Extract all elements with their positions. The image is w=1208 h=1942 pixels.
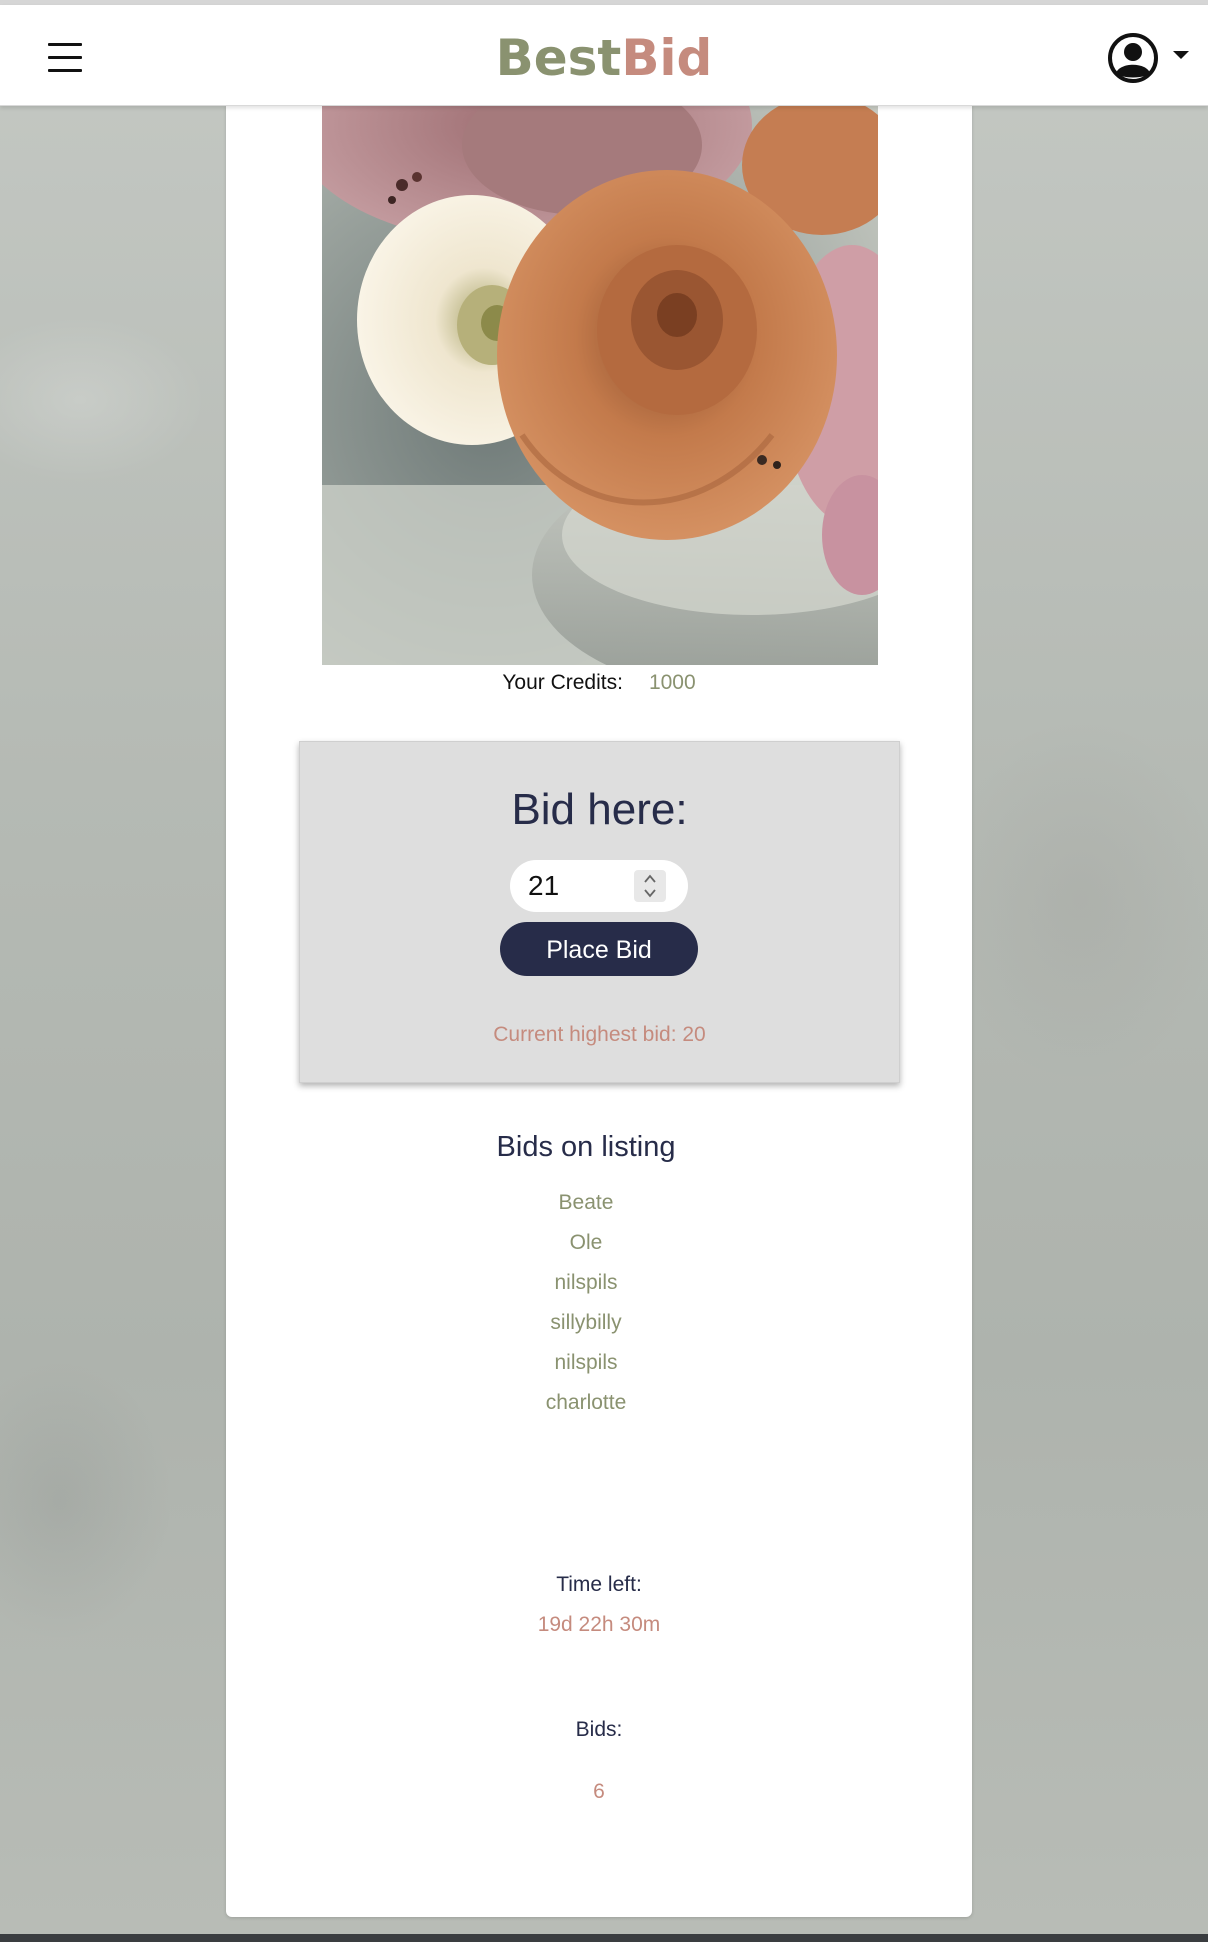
bid-amount-input[interactable] — [528, 868, 628, 904]
bidder-item: sillybilly — [550, 1311, 622, 1334]
window-bottom-edge — [0, 1934, 1208, 1942]
user-circle-icon — [1108, 33, 1158, 83]
logo-bid: Bid — [621, 29, 713, 87]
bids-count-label: Bids: — [575, 1718, 623, 1741]
logo-best: Best — [495, 29, 622, 87]
chevron-up-icon[interactable] — [643, 872, 657, 886]
credits-label: Your Credits: — [502, 671, 623, 694]
bid-amount-stepper[interactable] — [634, 870, 666, 902]
logo: BestBid — [0, 27, 1208, 89]
logo-link[interactable]: BestBid — [496, 29, 713, 87]
bidder-item: Ole — [569, 1231, 603, 1254]
hamburger-menu-icon[interactable] — [48, 43, 84, 73]
bid-title: Bid here: — [511, 785, 688, 834]
bid-amount-field[interactable] — [510, 860, 688, 912]
bid-panel: Bid here: Place Bid Current highest bid:… — [299, 741, 900, 1083]
bidder-item: charlotte — [545, 1391, 627, 1414]
listing-card: Your Credits: 1000 Bid here: Place Bid Cu… — [226, 105, 972, 1917]
bids-list-title: Bids on listing — [496, 1131, 676, 1163]
caret-down-icon — [1173, 51, 1189, 59]
bidder-item: nilspils — [554, 1351, 618, 1374]
bids-count-value: 6 — [593, 1780, 605, 1803]
bidders-list: Beate Ole nilspils sillybilly nilspils c… — [226, 1183, 946, 1423]
chevron-down-icon[interactable] — [643, 886, 657, 900]
time-left-label: Time left: — [556, 1573, 642, 1596]
place-bid-button[interactable]: Place Bid — [500, 922, 698, 976]
user-menu-button[interactable] — [1106, 31, 1192, 85]
credits-display: Your Credits: 1000 — [226, 668, 972, 698]
bidder-item: nilspils — [554, 1271, 618, 1294]
listing-image — [322, 105, 878, 665]
current-highest-bid: Current highest bid: 20 — [493, 1023, 706, 1046]
time-left-value: 19d 22h 30m — [537, 1613, 661, 1636]
bidder-item: Beate — [558, 1191, 614, 1214]
navbar: BestBid — [0, 5, 1208, 106]
credits-value: 1000 — [648, 671, 696, 694]
